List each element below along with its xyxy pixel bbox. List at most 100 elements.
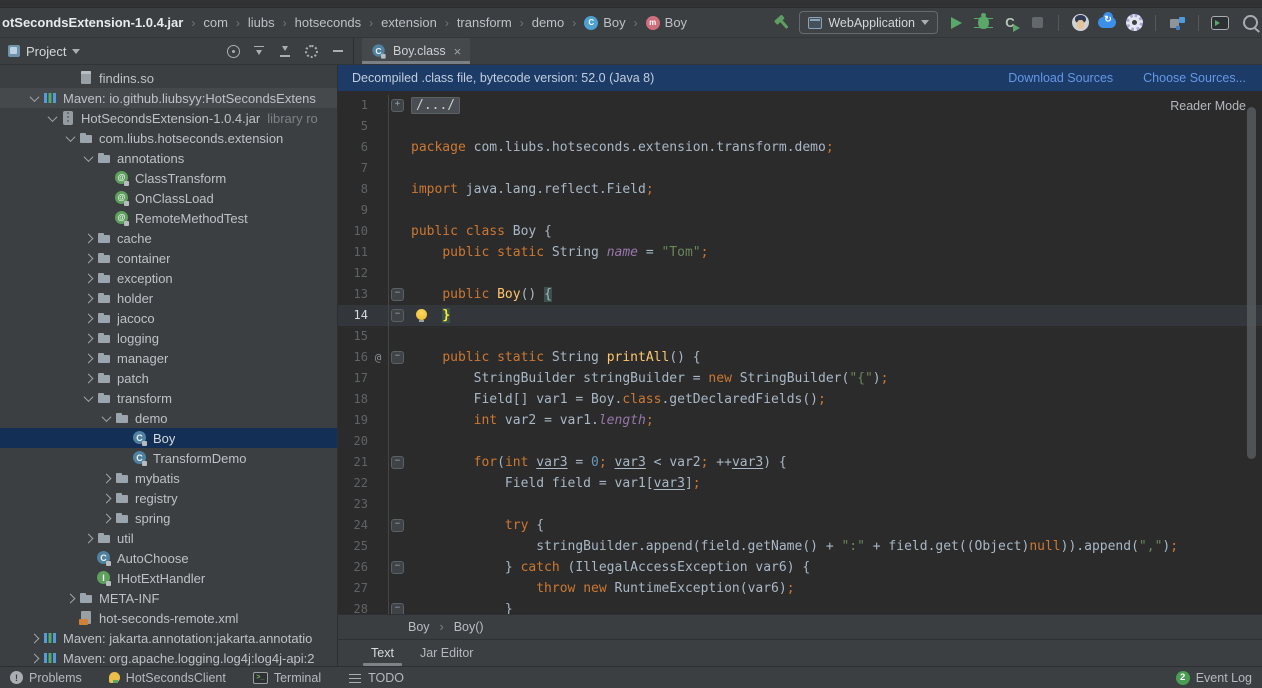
- breadcrumb-method[interactable]: Boy(): [430, 620, 484, 634]
- breadcrumb-item[interactable]: mBoy: [626, 15, 687, 30]
- tree-row[interactable]: HotSecondsExtension-1.0.4.jarlibrary ro: [0, 108, 337, 128]
- chevron-right-icon[interactable]: [80, 355, 96, 362]
- chevron-right-icon[interactable]: [98, 495, 114, 502]
- chevron-down-icon[interactable]: [26, 95, 42, 102]
- breadcrumb-item[interactable]: otSecondsExtension-1.0.4.jar: [2, 15, 183, 30]
- tree-row[interactable]: exception: [0, 268, 337, 288]
- chevron-right-icon[interactable]: [80, 315, 96, 322]
- tree-row[interactable]: IHotExtHandler: [0, 568, 337, 588]
- code-line[interactable]: 10public class Boy {: [338, 221, 1262, 242]
- tree-row[interactable]: mybatis: [0, 468, 337, 488]
- code-line[interactable]: 15: [338, 326, 1262, 347]
- reader-mode-label[interactable]: Reader Mode: [1170, 99, 1246, 113]
- fold-marker-icon[interactable]: −: [391, 561, 404, 574]
- chevron-right-icon[interactable]: [80, 295, 96, 302]
- panel-settings-gear-icon[interactable]: [304, 44, 319, 59]
- code-line[interactable]: 16@− public static String printAll() {: [338, 347, 1262, 368]
- intention-bulb-icon[interactable]: [416, 309, 427, 320]
- tree-row[interactable]: annotations: [0, 148, 337, 168]
- code-line[interactable]: 8import java.lang.reflect.Field;: [338, 179, 1262, 200]
- code-line[interactable]: 6package com.liubs.hotseconds.extension.…: [338, 137, 1262, 158]
- editor-scrollbar[interactable]: [1247, 107, 1256, 459]
- tree-row[interactable]: demo: [0, 408, 337, 428]
- code-line[interactable]: 24− try {: [338, 515, 1262, 536]
- chevron-right-icon[interactable]: [98, 475, 114, 482]
- code-line[interactable]: 19 int var2 = var1.length;: [338, 410, 1262, 431]
- debug-button[interactable]: [974, 14, 992, 32]
- settings-gear-icon[interactable]: [1125, 14, 1143, 32]
- breadcrumb-item[interactable]: CBoy: [564, 15, 625, 30]
- status-item-terminal[interactable]: Terminal: [253, 671, 321, 685]
- chevron-right-icon[interactable]: [80, 375, 96, 382]
- fold-marker-icon[interactable]: −: [391, 603, 404, 614]
- run-with-coverage-button[interactable]: C: [1001, 14, 1019, 32]
- choose-sources-link[interactable]: Choose Sources...: [1143, 71, 1246, 85]
- code-line[interactable]: 28− }: [338, 599, 1262, 614]
- tree-row[interactable]: Maven: jakarta.annotation:jakarta.annota…: [0, 628, 337, 648]
- project-panel-title[interactable]: Project: [26, 44, 66, 59]
- search-icon[interactable]: [1238, 14, 1256, 32]
- close-icon[interactable]: ×: [454, 45, 462, 58]
- tree-row[interactable]: AutoChoose: [0, 548, 337, 568]
- breadcrumb-item[interactable]: com: [183, 15, 228, 30]
- build-hammer-icon[interactable]: [772, 14, 790, 32]
- chevron-down-icon[interactable]: [80, 155, 96, 162]
- code-line[interactable]: 13− public Boy() {: [338, 284, 1262, 305]
- breadcrumb-item[interactable]: transform: [437, 15, 512, 30]
- breadcrumb-item[interactable]: liubs: [228, 15, 275, 30]
- chevron-down-icon[interactable]: [98, 415, 114, 422]
- project-structure-icon[interactable]: [1168, 14, 1186, 32]
- code-line[interactable]: 22 Field field = var1[var3];: [338, 473, 1262, 494]
- code-line[interactable]: 14− }: [338, 305, 1262, 326]
- fold-marker-icon[interactable]: +: [391, 99, 404, 112]
- tree-row[interactable]: container: [0, 248, 337, 268]
- code-editor[interactable]: Reader Mode 1+/.../56package com.liubs.h…: [338, 91, 1262, 614]
- user-avatar[interactable]: [1071, 14, 1089, 32]
- tree-row[interactable]: logging: [0, 328, 337, 348]
- code-line[interactable]: 27 throw new RuntimeException(var6);: [338, 578, 1262, 599]
- chevron-down-icon[interactable]: [62, 135, 78, 142]
- breadcrumb-item[interactable]: hotseconds: [275, 15, 362, 30]
- chevron-right-icon[interactable]: [26, 655, 42, 662]
- code-line[interactable]: 26− } catch (IllegalAccessException var6…: [338, 557, 1262, 578]
- hide-panel-icon[interactable]: [330, 44, 345, 59]
- cloud-sync-icon[interactable]: [1098, 14, 1116, 32]
- chevron-down-icon[interactable]: [44, 115, 60, 122]
- tree-row[interactable]: spring: [0, 508, 337, 528]
- event-log-widget[interactable]: 2 Event Log: [1176, 671, 1252, 685]
- fold-marker-icon[interactable]: −: [391, 456, 404, 469]
- tree-row[interactable]: Maven: io.github.liubsyy:HotSecondsExten…: [0, 88, 337, 108]
- terminal-icon[interactable]: [1211, 14, 1229, 32]
- code-line[interactable]: 11 public static String name = "Tom";: [338, 242, 1262, 263]
- run-configuration-select[interactable]: WebApplication: [799, 11, 938, 34]
- code-line[interactable]: 23: [338, 494, 1262, 515]
- chevron-right-icon[interactable]: [80, 535, 96, 542]
- view-tab-text[interactable]: Text: [358, 640, 407, 666]
- code-line[interactable]: 17 StringBuilder stringBuilder = new Str…: [338, 368, 1262, 389]
- code-line[interactable]: 1+/.../: [338, 95, 1262, 116]
- editor-tab-boy-class[interactable]: Boy.class ×: [362, 38, 470, 64]
- tree-row[interactable]: holder: [0, 288, 337, 308]
- tree-row[interactable]: manager: [0, 348, 337, 368]
- expand-all-icon[interactable]: [252, 44, 267, 59]
- run-button[interactable]: [947, 14, 965, 32]
- code-line[interactable]: 21− for(int var3 = 0; var3 < var2; ++var…: [338, 452, 1262, 473]
- collapse-all-icon[interactable]: [278, 44, 293, 59]
- tree-row[interactable]: util: [0, 528, 337, 548]
- tree-row[interactable]: com.liubs.hotseconds.extension: [0, 128, 337, 148]
- chevron-right-icon[interactable]: [62, 595, 78, 602]
- fold-marker-icon[interactable]: −: [391, 309, 404, 322]
- breadcrumb-class[interactable]: Boy: [408, 620, 430, 634]
- code-line[interactable]: 18 Field[] var1 = Boy.class.getDeclaredF…: [338, 389, 1262, 410]
- status-item-todo[interactable]: TODO: [348, 671, 404, 685]
- chevron-right-icon[interactable]: [80, 235, 96, 242]
- tree-row[interactable]: RemoteMethodTest: [0, 208, 337, 228]
- fold-marker-icon[interactable]: −: [391, 351, 404, 364]
- download-sources-link[interactable]: Download Sources: [1008, 71, 1113, 85]
- breadcrumb-item[interactable]: extension: [361, 15, 437, 30]
- code-line[interactable]: 12: [338, 263, 1262, 284]
- tree-row[interactable]: findins.so: [0, 68, 337, 88]
- breadcrumb-item[interactable]: demo: [512, 15, 565, 30]
- status-item-hotseconds[interactable]: HotSecondsClient: [109, 671, 226, 685]
- tree-row[interactable]: jacoco: [0, 308, 337, 328]
